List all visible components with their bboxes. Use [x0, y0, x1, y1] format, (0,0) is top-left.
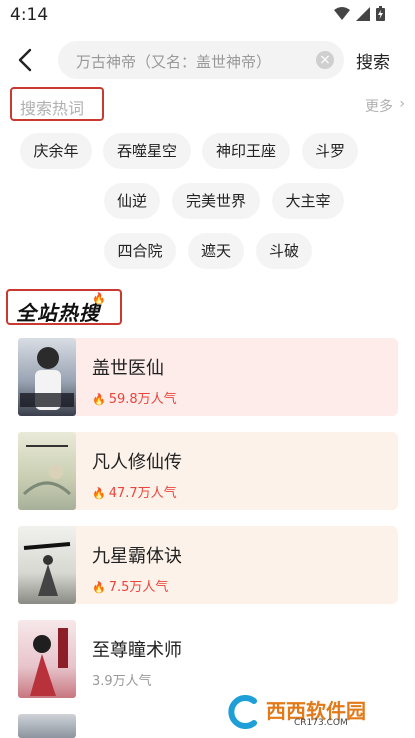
- ranking-item[interactable]: 盖世医仙 🔥 59.8万人气: [18, 338, 398, 418]
- hot-tag[interactable]: 神印王座: [202, 133, 290, 169]
- ranking-title: 全站热搜: [16, 301, 100, 325]
- flame-icon: 🔥: [92, 292, 106, 305]
- book-cover: [18, 432, 76, 510]
- hot-tag[interactable]: 斗罗: [302, 133, 358, 169]
- status-icons: [334, 6, 385, 21]
- book-popularity: 3.9万人气: [92, 674, 152, 689]
- hot-tag[interactable]: 吞噬星空: [103, 133, 191, 169]
- back-arrow-icon[interactable]: [14, 47, 38, 73]
- logo-icon: [228, 695, 257, 729]
- hot-tag[interactable]: 完美世界: [172, 183, 260, 219]
- top-bar: 万古神帝（又名：盖世神帝） × 搜索: [0, 38, 415, 82]
- book-cover: [18, 714, 76, 738]
- signal-icon: [356, 6, 370, 21]
- flame-icon: 🔥: [92, 581, 106, 594]
- ranking-item[interactable]: 凡人修仙传 🔥 47.7万人气: [18, 432, 398, 512]
- battery-icon: [376, 6, 385, 21]
- more-link[interactable]: 更多: [365, 96, 393, 116]
- hot-tag[interactable]: 四合院: [104, 233, 176, 269]
- hot-tag[interactable]: 斗破: [256, 233, 312, 269]
- book-popularity: 🔥 47.7万人气: [92, 486, 177, 501]
- search-input[interactable]: 万古神帝（又名：盖世神帝） ×: [58, 41, 344, 79]
- book-title: 盖世医仙: [92, 358, 164, 379]
- clear-icon[interactable]: ×: [316, 51, 334, 69]
- wifi-icon: [334, 6, 350, 20]
- book-popularity: 🔥 59.8万人气: [92, 392, 177, 407]
- flame-icon: 🔥: [92, 487, 106, 500]
- book-title: 凡人修仙传: [92, 452, 182, 473]
- watermark-url: CR173.COM: [294, 718, 348, 728]
- book-title: 至尊瞳术师: [92, 640, 182, 661]
- book-popularity: 🔥 7.5万人气: [92, 580, 169, 595]
- book-cover: [18, 526, 76, 604]
- search-button[interactable]: 搜索: [356, 48, 390, 73]
- ranking-item[interactable]: 九星霸体诀 🔥 7.5万人气: [18, 526, 398, 606]
- chevron-right-icon[interactable]: ›: [399, 96, 405, 112]
- hot-tag[interactable]: 庆余年: [20, 133, 92, 169]
- status-time: 4:14: [10, 5, 49, 25]
- book-cover: [18, 338, 76, 416]
- search-placeholder: 万古神帝（又名：盖世神帝）: [76, 53, 272, 71]
- book-title: 九星霸体诀: [92, 546, 182, 567]
- hot-tag[interactable]: 仙逆: [104, 183, 160, 219]
- watermark: 西西软件园 CR173.COM: [216, 691, 396, 733]
- flame-icon: 🔥: [92, 393, 106, 406]
- hot-tag[interactable]: 遮天: [188, 233, 244, 269]
- ranking-item[interactable]: 至尊瞳术师 3.9万人气: [18, 620, 398, 700]
- book-cover: [18, 620, 76, 698]
- hot-tag[interactable]: 大主宰: [272, 183, 344, 219]
- status-bar: 4:14: [0, 0, 415, 30]
- hot-section-title: 搜索热词: [20, 99, 85, 118]
